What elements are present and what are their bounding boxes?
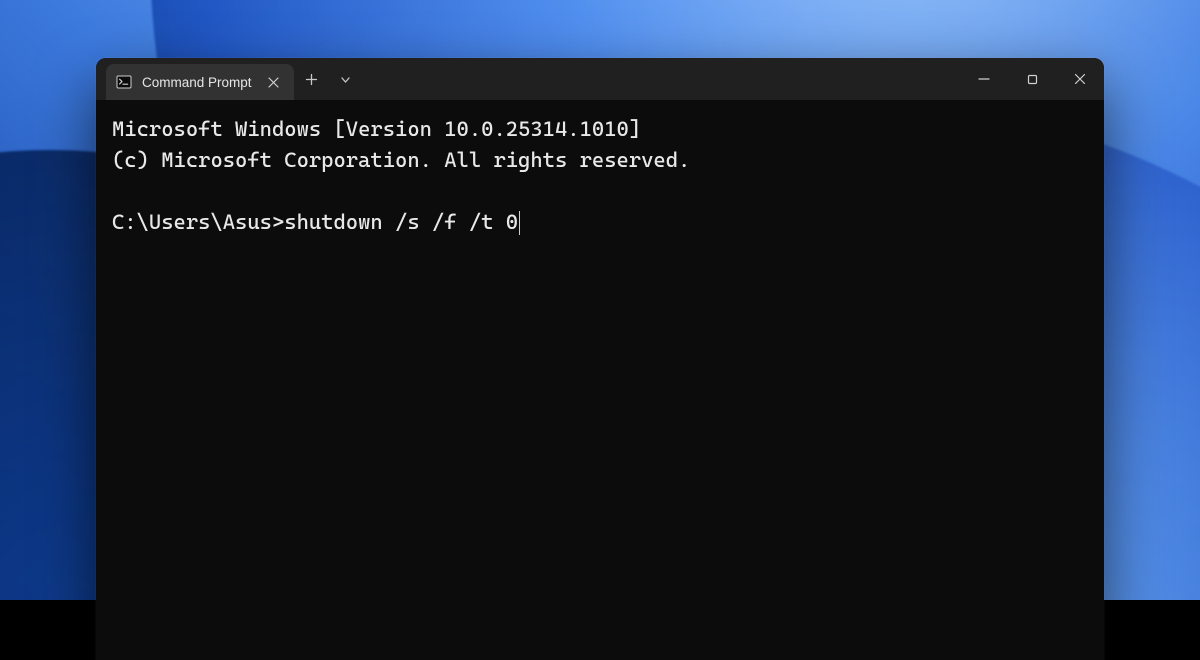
terminal-icon xyxy=(116,74,132,90)
new-tab-button[interactable] xyxy=(294,58,328,100)
titlebar[interactable]: Command Prompt xyxy=(96,58,1104,100)
console-line: Microsoft Windows [Version 10.0.25314.10… xyxy=(112,117,641,141)
console-line: (c) Microsoft Corporation. All rights re… xyxy=(112,148,690,172)
tab-actions xyxy=(294,58,362,100)
maximize-button[interactable] xyxy=(1008,58,1056,100)
console-prompt: C:\Users\Asus> xyxy=(112,207,284,238)
console-command: shutdown /s /f /t 0 xyxy=(284,207,518,238)
console-prompt-line: C:\Users\Asus>shutdown /s /f /t 0 xyxy=(112,207,1088,238)
minimize-button[interactable] xyxy=(960,58,1008,100)
terminal-window: Command Prompt xyxy=(96,58,1104,660)
tab-title: Command Prompt xyxy=(142,75,252,90)
console-output[interactable]: Microsoft Windows [Version 10.0.25314.10… xyxy=(96,100,1104,660)
tab-strip: Command Prompt xyxy=(96,58,294,100)
tab-close-button[interactable] xyxy=(262,71,284,93)
tab-command-prompt[interactable]: Command Prompt xyxy=(106,64,294,100)
text-caret xyxy=(519,211,520,235)
close-button[interactable] xyxy=(1056,58,1104,100)
window-controls xyxy=(960,58,1104,100)
tab-dropdown-button[interactable] xyxy=(328,58,362,100)
